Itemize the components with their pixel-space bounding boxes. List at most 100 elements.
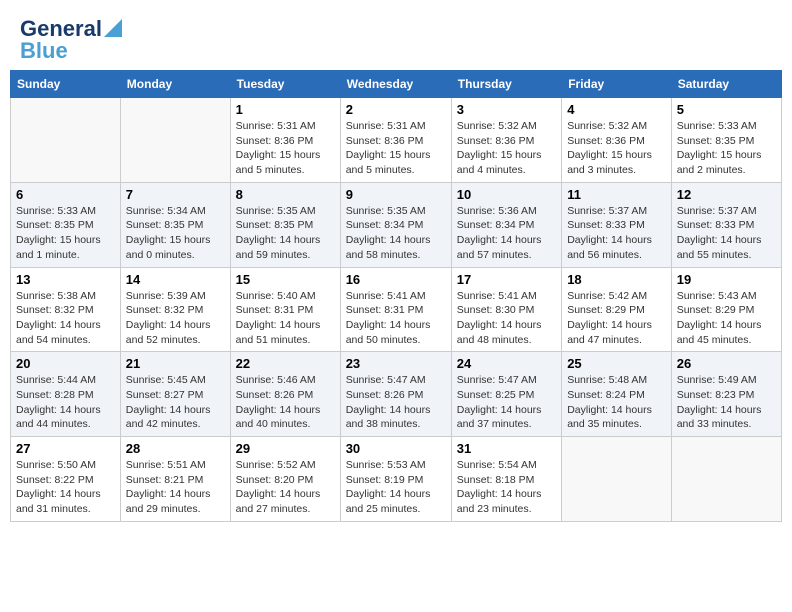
weekday-header-wednesday: Wednesday [340,71,451,98]
calendar-cell: 14 Sunrise: 5:39 AM Sunset: 8:32 PM Dayli… [120,267,230,352]
calendar-cell [671,437,781,522]
day-number: 12 [677,187,776,202]
day-number: 26 [677,356,776,371]
day-number: 10 [457,187,556,202]
day-number: 7 [126,187,225,202]
calendar-cell: 9 Sunrise: 5:35 AM Sunset: 8:34 PM Daylig… [340,182,451,267]
day-number: 13 [16,272,115,287]
calendar-cell: 24 Sunrise: 5:47 AM Sunset: 8:25 PM Dayli… [451,352,561,437]
weekday-header-tuesday: Tuesday [230,71,340,98]
calendar-cell: 2 Sunrise: 5:31 AM Sunset: 8:36 PM Daylig… [340,98,451,183]
calendar-cell: 1Sunrise: 5:31 AM Sunset: 8:36 PM Daylig… [230,98,340,183]
calendar-cell: 22 Sunrise: 5:46 AM Sunset: 8:26 PM Dayli… [230,352,340,437]
calendar-cell: 16Sunrise: 5:41 AM Sunset: 8:31 PM Dayli… [340,267,451,352]
calendar-cell: 8 Sunrise: 5:35 AM Sunset: 8:35 PM Daylig… [230,182,340,267]
day-info: Sunrise: 5:49 AM Sunset: 8:23 PM Dayligh… [677,373,776,432]
day-number: 18 [567,272,666,287]
calendar-week-row: 1 Sunrise: 5:31 AM Sunset: 8:36 PM Daylig… [11,98,782,183]
calendar-cell: 27Sunrise: 5:50 AM Sunset: 8:22 PM Dayli… [11,437,121,522]
day-info: Sunrise: 5:47 AM Sunset: 8:25 PM Dayligh… [457,373,556,432]
calendar-cell: 7 Sunrise: 5:34 AM Sunset: 8:35 PM Daylig… [120,182,230,267]
calendar-cell: 18 Sunrise: 5:42 AM Sunset: 8:29 PM Dayli… [562,267,672,352]
day-number: 27 [16,441,115,456]
day-number: 30 [346,441,446,456]
calendar-cell: 25 Sunrise: 5:48 AM Sunset: 8:24 PM Dayli… [562,352,672,437]
weekday-header-friday: Friday [562,71,672,98]
day-number: 8 [236,187,335,202]
day-number: 14 [126,272,225,287]
calendar-cell: 13 Sunrise: 5:38 AM Sunset: 8:32 PM Dayli… [11,267,121,352]
calendar-week-row: 27Sunrise: 5:50 AM Sunset: 8:22 PM Dayli… [11,437,782,522]
calendar-cell: 26 Sunrise: 5:49 AM Sunset: 8:23 PM Dayli… [671,352,781,437]
day-info: Sunrise: 5:36 AM Sunset: 8:34 PM Dayligh… [457,204,556,263]
day-info: Sunrise: 5:44 AM Sunset: 8:28 PM Dayligh… [16,373,115,432]
day-info: Sunrise: 5:32 AM Sunset: 8:36 PM Dayligh… [457,119,556,178]
day-number: 20 [16,356,115,371]
day-info: Sunrise: 5:34 AM Sunset: 8:35 PM Dayligh… [126,204,225,263]
calendar-week-row: 6 Sunrise: 5:33 AM Sunset: 8:35 PM Daylig… [11,182,782,267]
calendar-cell: 4 Sunrise: 5:32 AM Sunset: 8:36 PM Daylig… [562,98,672,183]
calendar-cell: 11 Sunrise: 5:37 AM Sunset: 8:33 PM Dayli… [562,182,672,267]
day-info: Sunrise: 5:33 AM Sunset: 8:35 PM Dayligh… [677,119,776,178]
logo: General Blue [20,18,122,62]
day-info: Sunrise: 5:31 AM Sunset: 8:36 PM Dayligh… [346,119,446,178]
day-number: 15 [236,272,335,287]
day-number: 3 [457,102,556,117]
calendar-cell: 20 Sunrise: 5:44 AM Sunset: 8:28 PM Dayli… [11,352,121,437]
day-number: 9 [346,187,446,202]
calendar-cell: 6 Sunrise: 5:33 AM Sunset: 8:35 PM Daylig… [11,182,121,267]
day-info: Sunrise: 5:39 AM Sunset: 8:32 PM Dayligh… [126,289,225,348]
day-number: 2 [346,102,446,117]
day-info: Sunrise: 5:37 AM Sunset: 8:33 PM Dayligh… [677,204,776,263]
day-number: 24 [457,356,556,371]
weekday-header-thursday: Thursday [451,71,561,98]
calendar-cell: 10 Sunrise: 5:36 AM Sunset: 8:34 PM Dayli… [451,182,561,267]
day-number: 19 [677,272,776,287]
day-info: Sunrise: 5:35 AM Sunset: 8:35 PM Dayligh… [236,204,335,263]
day-info: Sunrise: 5:53 AM Sunset: 8:19 PM Dayligh… [346,458,446,517]
calendar-cell: 29 Sunrise: 5:52 AM Sunset: 8:20 PM Dayli… [230,437,340,522]
day-info: Sunrise: 5:37 AM Sunset: 8:33 PM Dayligh… [567,204,666,263]
day-info: Sunrise: 5:38 AM Sunset: 8:32 PM Dayligh… [16,289,115,348]
day-info: Sunrise: 5:40 AM Sunset: 8:31 PM Dayligh… [236,289,335,348]
logo-text: General [20,18,102,40]
page-header: General Blue [10,10,782,66]
day-info: Sunrise: 5:52 AM Sunset: 8:20 PM Dayligh… [236,458,335,517]
day-info: Sunrise: 5:43 AM Sunset: 8:29 PM Dayligh… [677,289,776,348]
day-number: 1 [236,102,335,117]
day-number: 6 [16,187,115,202]
calendar-cell: 3 Sunrise: 5:32 AM Sunset: 8:36 PM Daylig… [451,98,561,183]
day-number: 5 [677,102,776,117]
day-info: Sunrise: 5:33 AM Sunset: 8:35 PM Dayligh… [16,204,115,263]
day-info: Sunrise: 5:41 AM Sunset: 8:30 PM Dayligh… [457,289,556,348]
day-info: Sunrise: 5:41 AM Sunset: 8:31 PM Dayligh… [346,289,446,348]
day-info: Sunrise: 5:48 AM Sunset: 8:24 PM Dayligh… [567,373,666,432]
day-number: 31 [457,441,556,456]
day-number: 21 [126,356,225,371]
calendar-cell: 23Sunrise: 5:47 AM Sunset: 8:26 PM Dayli… [340,352,451,437]
day-number: 22 [236,356,335,371]
calendar-cell: 17 Sunrise: 5:41 AM Sunset: 8:30 PM Dayli… [451,267,561,352]
day-number: 11 [567,187,666,202]
day-info: Sunrise: 5:32 AM Sunset: 8:36 PM Dayligh… [567,119,666,178]
day-info: Sunrise: 5:46 AM Sunset: 8:26 PM Dayligh… [236,373,335,432]
calendar-cell: 21 Sunrise: 5:45 AM Sunset: 8:27 PM Dayli… [120,352,230,437]
day-info: Sunrise: 5:51 AM Sunset: 8:21 PM Dayligh… [126,458,225,517]
day-info: Sunrise: 5:35 AM Sunset: 8:34 PM Dayligh… [346,204,446,263]
logo-blue: Blue [20,40,68,62]
calendar-cell: 5 Sunrise: 5:33 AM Sunset: 8:35 PM Daylig… [671,98,781,183]
day-number: 28 [126,441,225,456]
day-number: 17 [457,272,556,287]
calendar-cell: 30 Sunrise: 5:53 AM Sunset: 8:19 PM Dayli… [340,437,451,522]
day-info: Sunrise: 5:47 AM Sunset: 8:26 PM Dayligh… [346,373,446,432]
calendar-cell [11,98,121,183]
calendar-cell: 12 Sunrise: 5:37 AM Sunset: 8:33 PM Dayli… [671,182,781,267]
weekday-header-monday: Monday [120,71,230,98]
day-info: Sunrise: 5:42 AM Sunset: 8:29 PM Dayligh… [567,289,666,348]
day-number: 29 [236,441,335,456]
day-number: 4 [567,102,666,117]
weekday-header-sunday: Sunday [11,71,121,98]
day-info: Sunrise: 5:45 AM Sunset: 8:27 PM Dayligh… [126,373,225,432]
day-number: 25 [567,356,666,371]
calendar-cell: 31Sunrise: 5:54 AM Sunset: 8:18 PM Dayli… [451,437,561,522]
